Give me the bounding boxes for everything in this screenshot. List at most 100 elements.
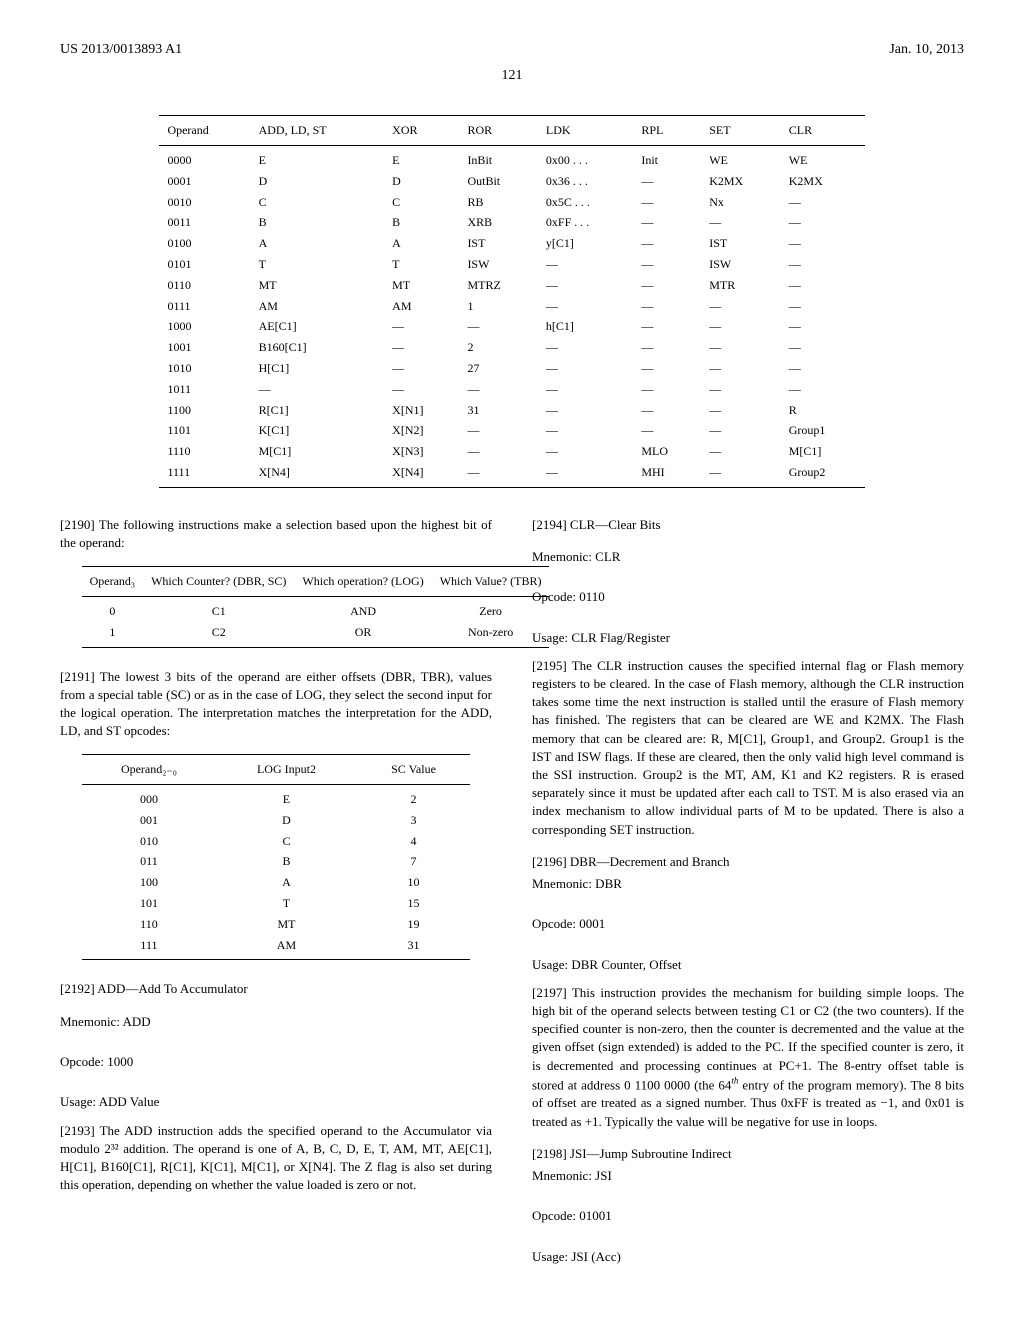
table-row: 1111X[N4]X[N4]——MHI—Group2 xyxy=(159,462,864,487)
cell: A xyxy=(216,872,356,893)
cell: ISW xyxy=(459,254,537,275)
cell: 111 xyxy=(82,935,217,960)
cell: B160[C1] xyxy=(251,337,385,358)
para-2192: [2192] ADD—Add To Accumulator xyxy=(60,980,492,998)
table-row: 0000EEInBit0x00 . . .InitWEWE xyxy=(159,145,864,170)
cell: D xyxy=(216,810,356,831)
table-row: 000E2 xyxy=(82,785,471,810)
cell: 15 xyxy=(357,893,471,914)
cell: R xyxy=(781,400,865,421)
cell: T xyxy=(251,254,385,275)
jsi-opcode: Opcode: 01001 xyxy=(532,1207,964,1225)
cell: 1010 xyxy=(159,358,250,379)
add-mnemonic: Mnemonic: ADD xyxy=(60,1013,492,1031)
table-row: 1100R[C1]X[N1]31———R xyxy=(159,400,864,421)
page-number: 121 xyxy=(60,66,964,86)
cell: T xyxy=(216,893,356,914)
cell: — xyxy=(384,379,459,400)
table-row: 1000AE[C1]——h[C1]——— xyxy=(159,316,864,337)
cell: B xyxy=(251,212,385,233)
cell: 0x00 . . . xyxy=(538,145,633,170)
cell: X[N4] xyxy=(384,462,459,487)
operand20-table: Operand₂₋₀ LOG Input2 SC Value 000E2001D… xyxy=(82,754,471,960)
cell: 27 xyxy=(459,358,537,379)
cell: RB xyxy=(459,192,537,213)
dbr-opcode: Opcode: 0001 xyxy=(532,915,964,933)
table-row: 001D3 xyxy=(82,810,471,831)
jsi-usage: Usage: JSI (Acc) xyxy=(532,1248,964,1266)
cell: E xyxy=(384,145,459,170)
cell: Group2 xyxy=(781,462,865,487)
cell: 3 xyxy=(357,810,471,831)
cell: 0xFF . . . xyxy=(538,212,633,233)
cell: — xyxy=(781,275,865,296)
cell: 0000 xyxy=(159,145,250,170)
cell: 101 xyxy=(82,893,217,914)
cell: — xyxy=(633,192,701,213)
clr-opcode: Opcode: 0110 xyxy=(532,588,964,606)
cell: 0 xyxy=(82,596,144,621)
table-row: 0101TTISW——ISW— xyxy=(159,254,864,275)
th: ROR xyxy=(459,116,537,146)
cell: — xyxy=(781,192,865,213)
th: Operand₂₋₀ xyxy=(82,755,217,785)
table-row: 011B7 xyxy=(82,851,471,872)
table-row: 100A10 xyxy=(82,872,471,893)
cell: — xyxy=(781,254,865,275)
cell: XRB xyxy=(459,212,537,233)
cell: C xyxy=(384,192,459,213)
cell: MTR xyxy=(701,275,781,296)
cell: X[N1] xyxy=(384,400,459,421)
add-usage: Usage: ADD Value xyxy=(60,1093,492,1111)
th: ADD, LD, ST xyxy=(251,116,385,146)
cell: — xyxy=(538,462,633,487)
para-2198: [2198] JSI—Jump Subroutine Indirect xyxy=(532,1145,964,1163)
cell: OutBit xyxy=(459,171,537,192)
two-column-layout: [2190] The following instructions make a… xyxy=(60,516,964,1276)
cell: C2 xyxy=(143,622,294,647)
cell: B xyxy=(384,212,459,233)
para-2190: [2190] The following instructions make a… xyxy=(60,516,492,552)
dbr-usage: Usage: DBR Counter, Offset xyxy=(532,956,964,974)
cell: — xyxy=(781,379,865,400)
cell: 1 xyxy=(459,296,537,317)
cell: — xyxy=(538,441,633,462)
para-2197: [2197] This instruction provides the mec… xyxy=(532,984,964,1131)
cell: — xyxy=(538,379,633,400)
cell: AM xyxy=(384,296,459,317)
cell: 0110 xyxy=(159,275,250,296)
cell: C xyxy=(251,192,385,213)
table-row: 1C2ORNon-zero xyxy=(82,622,550,647)
para-2195: [2195] The CLR instruction causes the sp… xyxy=(532,657,964,839)
cell: — xyxy=(538,358,633,379)
cell: — xyxy=(633,254,701,275)
table-row: 0111AMAM1———— xyxy=(159,296,864,317)
cell: D xyxy=(384,171,459,192)
cell: 000 xyxy=(82,785,217,810)
doc-number: US 2013/0013893 A1 xyxy=(60,40,182,60)
table-row: 110MT19 xyxy=(82,914,471,935)
clr-usage: Usage: CLR Flag/Register xyxy=(532,629,964,647)
cell: — xyxy=(633,296,701,317)
cell: — xyxy=(251,379,385,400)
cell: 0011 xyxy=(159,212,250,233)
jsi-mnemonic: Mnemonic: JSI xyxy=(532,1167,964,1185)
cell: 010 xyxy=(82,831,217,852)
table-row: 0011BBXRB0xFF . . .——— xyxy=(159,212,864,233)
cell: — xyxy=(538,337,633,358)
cell: 10 xyxy=(357,872,471,893)
cell: — xyxy=(701,358,781,379)
add-opcode: Opcode: 1000 xyxy=(60,1053,492,1071)
cell: WE xyxy=(781,145,865,170)
cell: 19 xyxy=(357,914,471,935)
operand3-table: Operand₃ Which Counter? (DBR, SC) Which … xyxy=(82,566,550,647)
cell: MHI xyxy=(633,462,701,487)
cell: — xyxy=(538,254,633,275)
table-row: 1011——————— xyxy=(159,379,864,400)
cell: AE[C1] xyxy=(251,316,385,337)
cell: E xyxy=(251,145,385,170)
cell: 110 xyxy=(82,914,217,935)
cell: 011 xyxy=(82,851,217,872)
table-row: 101T15 xyxy=(82,893,471,914)
cell: B xyxy=(216,851,356,872)
